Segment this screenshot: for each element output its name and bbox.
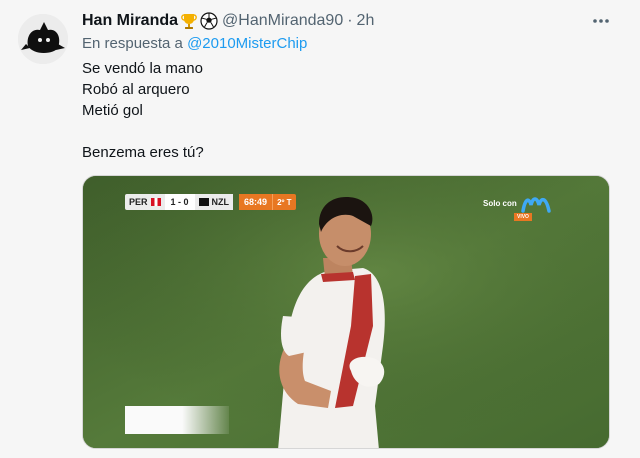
soccer-ball-icon [200, 12, 218, 30]
home-team: PER [125, 194, 165, 210]
timestamp[interactable]: 2h [357, 12, 375, 30]
tweet-line: Metió gol [82, 102, 143, 119]
more-options-button[interactable] [590, 10, 612, 32]
tweet-media-video[interactable]: PER 1 - 0 NZL 68:49 2º T Solo con VIVO [82, 175, 610, 449]
tweet[interactable]: Han Miranda @HanMiranda90 · 2h En respue… [0, 0, 640, 458]
home-team-label: PER [129, 197, 148, 207]
tweet-line [82, 121, 204, 142]
tweet-line: Robó al arquero [82, 81, 190, 98]
match-clock: 68:49 [239, 194, 273, 210]
more-horizontal-icon [593, 19, 609, 23]
tweet-line: Benzema eres tú? [82, 144, 204, 161]
new-zealand-flag-icon [198, 198, 209, 206]
reply-context: En respuesta a @2010MisterChip [82, 35, 307, 52]
away-team: NZL [194, 194, 234, 210]
match-half: 2º T [272, 194, 296, 210]
tweet-line: Se vendó la mano [82, 60, 203, 77]
tweet-text: Se vendó la mano Robó al arquero Metió g… [82, 58, 204, 163]
avatar[interactable] [18, 14, 68, 64]
reply-to-link[interactable]: @2010MisterChip [187, 35, 307, 52]
live-badge: VIVO [514, 213, 532, 221]
peru-flag-icon [150, 198, 161, 206]
display-name[interactable]: Han Miranda [82, 12, 178, 30]
reply-prefix: En respuesta a [82, 35, 183, 52]
away-team-label: NZL [211, 197, 230, 207]
broadcast-text: Solo con [483, 198, 517, 208]
broadcaster-label: Solo con [483, 193, 551, 213]
tweet-header: Han Miranda @HanMiranda90 · 2h [82, 10, 374, 32]
avatar-cat-icon [18, 14, 68, 64]
movistar-logo-icon [521, 197, 551, 213]
separator-dot: · [347, 12, 353, 29]
lower-third-overlay [125, 406, 229, 434]
trophy-icon [180, 12, 198, 30]
scoreboard-overlay: PER 1 - 0 NZL 68:49 2º T [125, 194, 296, 210]
user-handle[interactable]: @HanMiranda90 [222, 12, 343, 30]
match-score: 1 - 0 [164, 194, 195, 210]
